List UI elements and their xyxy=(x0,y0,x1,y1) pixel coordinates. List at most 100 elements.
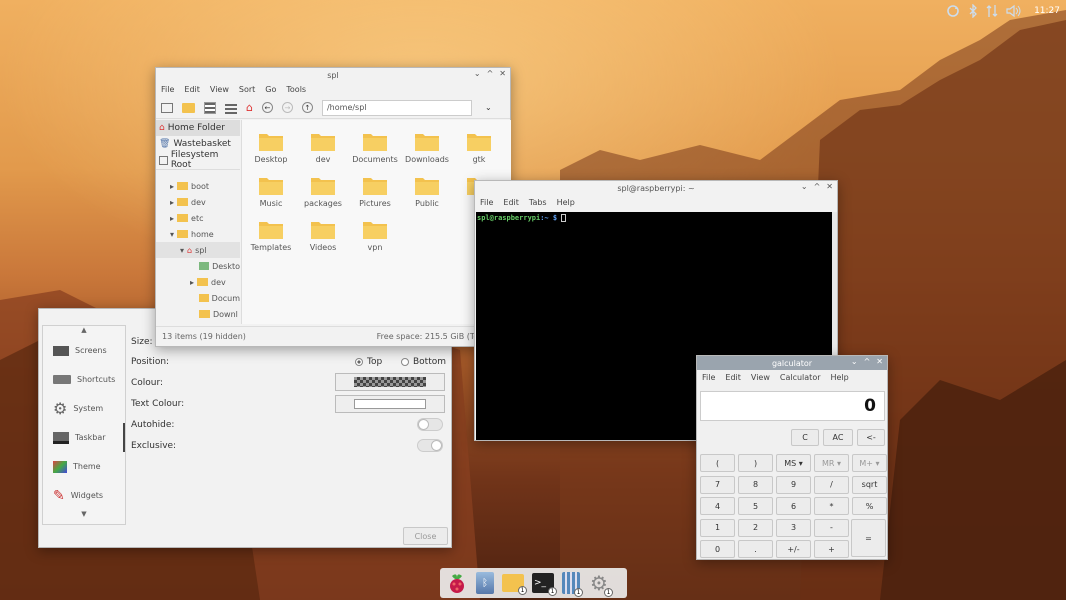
exclusive-toggle[interactable] xyxy=(417,439,443,452)
menu-arrow-icon[interactable]: ⌄ xyxy=(801,182,808,191)
path-input[interactable] xyxy=(321,99,472,116)
minimize-icon[interactable]: ^ xyxy=(864,357,871,366)
scroll-up-arrow[interactable]: ▲ xyxy=(43,326,125,336)
all-clear-button[interactable]: AC xyxy=(823,429,853,446)
radio-top[interactable]: Top xyxy=(355,357,382,367)
terminal-dock-icon[interactable]: >_ 1 xyxy=(532,573,557,596)
home-icon[interactable]: ⌂ xyxy=(246,101,253,114)
text-colour-picker-button[interactable] xyxy=(335,395,445,413)
divide-button[interactable]: / xyxy=(814,475,849,494)
sidebar-item-shortcuts[interactable]: Shortcuts xyxy=(43,365,125,394)
two-button[interactable]: 2 xyxy=(738,518,773,537)
sidebar-item-system[interactable]: ⚙ System xyxy=(43,394,125,423)
path-dropdown-icon[interactable]: ⌄ xyxy=(485,103,492,112)
sqrt-button[interactable]: sqrt xyxy=(852,475,887,494)
sidebar-item-screens[interactable]: Screens xyxy=(43,336,125,365)
icon-view-icon[interactable] xyxy=(204,101,216,114)
tree-item[interactable]: ▾ ⌂ spl xyxy=(156,242,240,258)
file-item[interactable]: Desktop xyxy=(246,130,296,164)
menu-tabs[interactable]: Tabs xyxy=(529,198,547,207)
file-item[interactable]: gtk xyxy=(454,130,504,164)
file-item[interactable]: Documents xyxy=(350,130,400,164)
settings-dock-icon[interactable]: ⚙ 1 xyxy=(588,572,613,597)
tree-item[interactable]: ▾ home xyxy=(156,226,240,242)
back-icon[interactable]: ← xyxy=(261,102,273,113)
tree-item[interactable]: ▸ dev xyxy=(156,274,240,290)
menu-calculator[interactable]: Calculator xyxy=(780,373,821,382)
percent-button[interactable]: % xyxy=(852,497,887,515)
menu-arrow-icon[interactable]: ⌄ xyxy=(474,69,481,78)
up-icon[interactable]: ↑ xyxy=(301,102,313,113)
new-tab-icon[interactable] xyxy=(161,102,173,113)
colour-picker-button[interactable] xyxy=(335,373,445,391)
plus-button[interactable]: + xyxy=(814,540,849,558)
calculator-dock-icon[interactable]: 1 xyxy=(562,572,583,597)
file-item[interactable]: vpn xyxy=(350,218,400,252)
close-icon[interactable]: ✕ xyxy=(826,182,833,191)
sync-icon[interactable] xyxy=(946,4,960,18)
file-manager-titlebar[interactable]: spl ⌄ ^ ✕ xyxy=(156,68,510,82)
bluetooth-icon[interactable] xyxy=(968,4,978,18)
tree-item[interactable]: Docum xyxy=(156,290,240,306)
menu-edit[interactable]: Edit xyxy=(184,85,200,94)
menu-view[interactable]: View xyxy=(210,85,229,94)
volume-icon[interactable] xyxy=(1006,4,1022,18)
sidebar-item-widgets[interactable]: ✎ Widgets xyxy=(43,481,125,510)
ms-button[interactable]: MS ▾ xyxy=(776,454,811,472)
mr-button[interactable]: MR ▾ xyxy=(814,454,849,472)
zero-button[interactable]: 0 xyxy=(700,540,735,558)
file-item[interactable]: Videos xyxy=(298,218,348,252)
file-item[interactable]: dev xyxy=(298,130,348,164)
tree-item[interactable]: ▸ dev xyxy=(156,194,240,210)
close-icon[interactable]: ✕ xyxy=(876,357,883,366)
menu-edit[interactable]: Edit xyxy=(725,373,741,382)
file-item[interactable]: Pictures xyxy=(350,174,400,208)
eight-button[interactable]: 8 xyxy=(738,475,773,494)
nine-button[interactable]: 9 xyxy=(776,475,811,494)
six-button[interactable]: 6 xyxy=(776,497,811,515)
menu-view[interactable]: View xyxy=(751,373,770,382)
calculator-titlebar[interactable]: galculator ⌄ ^ ✕ xyxy=(697,356,887,370)
file-item[interactable]: Downloads xyxy=(402,130,452,164)
tree-item[interactable]: ▸ etc xyxy=(156,210,240,226)
decimal-button[interactable]: . xyxy=(738,540,773,558)
negate-button[interactable]: +/- xyxy=(776,540,811,558)
list-view-icon[interactable] xyxy=(225,101,237,114)
tree-item[interactable]: Downl xyxy=(156,306,240,322)
five-button[interactable]: 5 xyxy=(738,497,773,515)
multiply-button[interactable]: * xyxy=(814,497,849,515)
raspberry-menu-icon[interactable] xyxy=(446,572,468,594)
sidebar-item-taskbar[interactable]: Taskbar xyxy=(43,423,125,452)
tree-item[interactable]: Deskto xyxy=(156,258,240,274)
sidebar-item-theme[interactable]: Theme xyxy=(43,452,125,481)
three-button[interactable]: 3 xyxy=(776,518,811,537)
autohide-toggle[interactable] xyxy=(417,418,443,431)
menu-arrow-icon[interactable]: ⌄ xyxy=(851,357,858,366)
minimize-icon[interactable]: ^ xyxy=(814,182,821,191)
close-paren-button[interactable]: ) xyxy=(738,454,773,472)
one-button[interactable]: 1 xyxy=(700,518,735,537)
menu-file[interactable]: File xyxy=(480,198,493,207)
tree-item[interactable]: ▸ boot xyxy=(156,178,240,194)
open-paren-button[interactable]: ( xyxy=(700,454,735,472)
place-home-folder[interactable]: ⌂ Home Folder xyxy=(156,120,240,136)
bluetooth-icon[interactable]: ᛒ xyxy=(476,572,494,594)
clock[interactable]: 11:27 xyxy=(1034,6,1060,16)
menu-go[interactable]: Go xyxy=(265,85,276,94)
m-plus-button[interactable]: M+ ▾ xyxy=(852,454,887,472)
file-manager-dock-icon[interactable]: 1 xyxy=(502,574,527,595)
forward-icon[interactable]: → xyxy=(281,102,293,113)
file-item[interactable]: Public xyxy=(402,174,452,208)
backspace-button[interactable]: <- xyxy=(857,429,885,446)
equals-button[interactable]: = xyxy=(851,519,886,557)
menu-edit[interactable]: Edit xyxy=(503,198,519,207)
file-item[interactable]: Music xyxy=(246,174,296,208)
file-item[interactable]: packages xyxy=(298,174,348,208)
menu-file[interactable]: File xyxy=(161,85,174,94)
menu-help[interactable]: Help xyxy=(831,373,849,382)
four-button[interactable]: 4 xyxy=(700,497,735,515)
close-icon[interactable]: ✕ xyxy=(499,69,506,78)
new-folder-icon[interactable] xyxy=(182,102,195,113)
minimize-icon[interactable]: ^ xyxy=(487,69,494,78)
clear-button[interactable]: C xyxy=(791,429,819,446)
